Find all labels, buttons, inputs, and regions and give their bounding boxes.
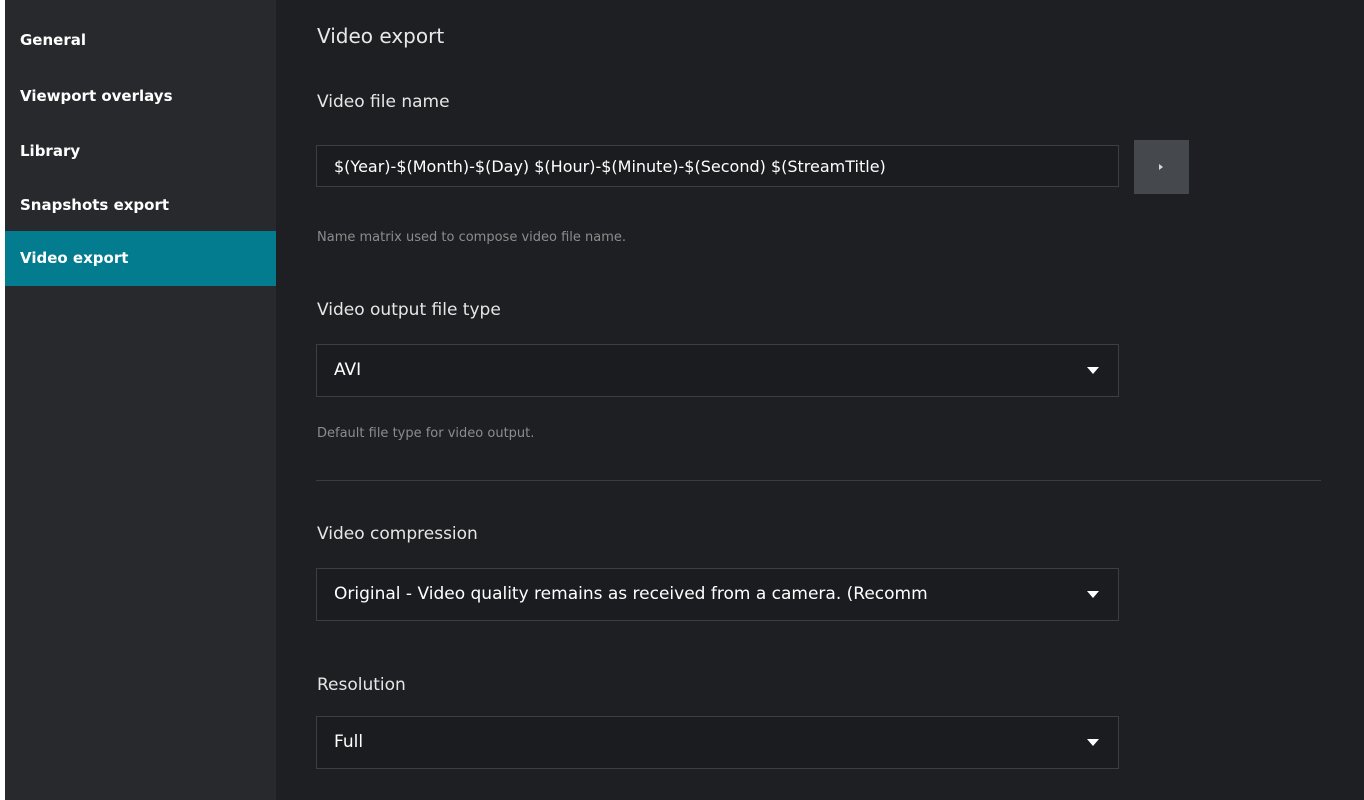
file-name-hint: Name matrix used to compose video file n… bbox=[317, 230, 627, 245]
settings-content: Video export Video file name Name matrix… bbox=[276, 0, 1364, 800]
page-title: Video export bbox=[317, 24, 445, 48]
settings-window: General Viewport overlays Library Snapsh… bbox=[5, 0, 1364, 800]
chevron-down-icon bbox=[1087, 591, 1099, 598]
chevron-down-icon bbox=[1087, 367, 1099, 374]
output-type-label: Video output file type bbox=[317, 300, 501, 320]
resolution-value: Full bbox=[334, 732, 364, 752]
output-type-select[interactable]: AVI bbox=[316, 344, 1119, 397]
compression-select[interactable]: Original - Video quality remains as rece… bbox=[316, 568, 1119, 621]
section-divider bbox=[316, 480, 1321, 481]
settings-sidebar: General Viewport overlays Library Snapsh… bbox=[5, 0, 276, 800]
sidebar-item-snapshots-export[interactable]: Snapshots export bbox=[5, 178, 276, 233]
insert-macro-button[interactable] bbox=[1134, 140, 1189, 194]
file-name-input[interactable] bbox=[316, 145, 1119, 187]
output-type-value: AVI bbox=[334, 360, 362, 380]
compression-value: Original - Video quality remains as rece… bbox=[334, 584, 928, 604]
chevron-right-icon bbox=[1159, 164, 1163, 170]
file-name-label: Video file name bbox=[317, 92, 450, 112]
chevron-down-icon bbox=[1087, 739, 1099, 746]
resolution-select[interactable]: Full bbox=[316, 716, 1119, 769]
compression-label: Video compression bbox=[317, 524, 478, 544]
sidebar-item-viewport-overlays[interactable]: Viewport overlays bbox=[5, 69, 276, 124]
sidebar-item-general[interactable]: General bbox=[5, 13, 276, 68]
sidebar-item-library[interactable]: Library bbox=[5, 124, 276, 179]
sidebar-item-video-export[interactable]: Video export bbox=[5, 231, 276, 286]
resolution-label: Resolution bbox=[317, 675, 406, 695]
output-type-hint: Default file type for video output. bbox=[317, 426, 535, 441]
